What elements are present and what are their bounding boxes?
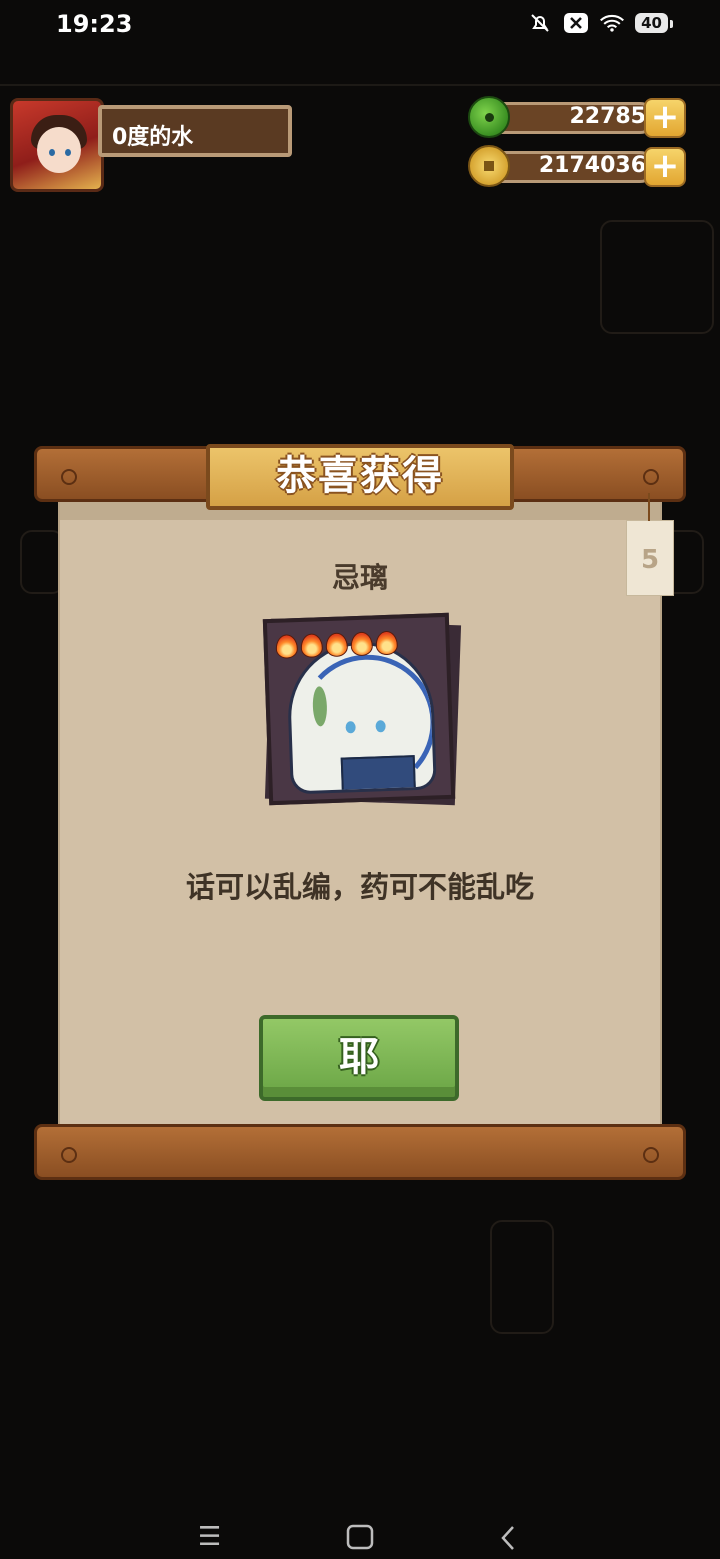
flame-star-icon	[350, 631, 374, 657]
add-coin-button[interactable]: +	[644, 147, 686, 187]
nail-icon	[643, 469, 659, 485]
status-time: 19:23	[56, 10, 133, 38]
confirm-button[interactable]: 耶	[259, 1015, 459, 1101]
bottom-scroll-rod	[34, 1124, 686, 1180]
coin-icon	[468, 145, 510, 187]
back-icon[interactable]	[498, 1524, 518, 1557]
flame-star-icon	[375, 630, 399, 656]
jade-icon	[468, 96, 510, 138]
player-name-box[interactable]: 0度的水	[98, 105, 292, 157]
home-icon[interactable]	[346, 1524, 374, 1555]
avatar[interactable]	[10, 98, 104, 192]
nail-icon	[61, 469, 77, 485]
system-nav-bar: ☰	[0, 1510, 720, 1559]
menu-icon[interactable]: ☰	[198, 1524, 221, 1550]
book-icon	[340, 755, 416, 795]
confirm-label: 耶	[339, 1034, 379, 1080]
avatar-face	[37, 127, 81, 173]
character-name: 忌璃	[331, 561, 388, 594]
divider	[0, 84, 720, 86]
flame-star-icon	[300, 633, 324, 658]
jade-value: 22785	[569, 104, 646, 129]
character-card	[262, 612, 456, 806]
battery-level: 40	[641, 14, 662, 32]
background-building	[490, 1220, 554, 1334]
dialog-title-plate: 恭喜获得	[206, 444, 514, 510]
coin-resource: 2174036 +	[468, 145, 686, 187]
battery-icon: 40	[635, 13, 673, 33]
wifi-icon	[599, 10, 625, 36]
close-box-icon	[563, 10, 589, 36]
avatar-eye	[65, 149, 71, 156]
add-jade-button[interactable]: +	[644, 98, 686, 138]
jade-resource: 22785 +	[468, 96, 686, 138]
flame-star-icon	[325, 632, 349, 658]
player-name: 0度的水	[112, 125, 194, 150]
coin-value: 2174036	[538, 153, 646, 178]
star-rating	[275, 630, 399, 659]
background-building	[600, 220, 714, 334]
character-quote: 话可以乱编，药可不能乱吃	[185, 870, 534, 904]
flame-star-icon	[275, 634, 299, 659]
dialog-title: 恭喜获得	[276, 453, 444, 499]
nail-icon	[643, 1147, 659, 1163]
nail-icon	[61, 1147, 77, 1163]
avatar-eye	[49, 149, 55, 156]
character-portrait	[285, 639, 437, 795]
status-bar: 19:23 40	[0, 0, 720, 52]
mute-bell-icon	[527, 10, 553, 36]
